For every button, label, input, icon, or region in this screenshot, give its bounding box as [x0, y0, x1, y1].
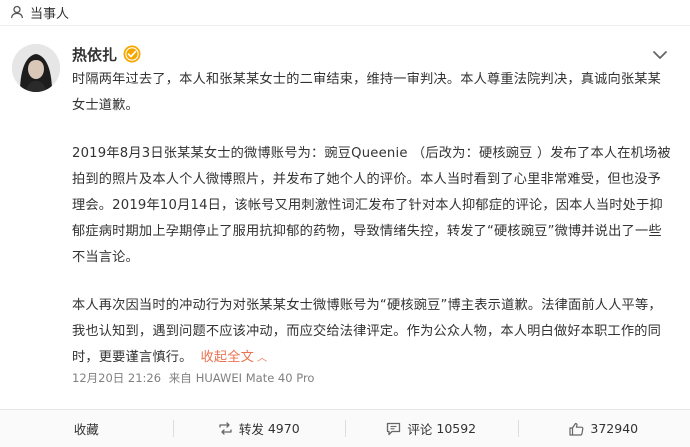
collapse-button[interactable]: 收起全文︿: [201, 350, 268, 365]
post-paragraph: 2019年8月3日张某某女士的微博账号为：豌豆Queenie （后改为：硬核豌豆…: [72, 141, 672, 271]
person-tag-icon: [10, 5, 24, 19]
post-paragraph-last: 本人再次因当时的冲动行为对张某某女士微博账号为“硬核豌豆”博主表示道歉。法律面前…: [72, 293, 672, 372]
source-prefix: 来自: [169, 371, 192, 385]
action-bar: 收藏 转发 4970 评论 10592 372940: [0, 409, 690, 447]
comment-count: 10592: [436, 421, 476, 436]
like-button[interactable]: 372940: [518, 410, 690, 447]
post-time[interactable]: 12月20日 21:26: [72, 371, 161, 385]
post-paragraph-text: 本人再次因当时的冲动行为对张某某女士微博账号为“硬核豌豆”博主表示道歉。法律面前…: [72, 298, 662, 365]
post-source: HUAWEI Mate 40 Pro: [196, 371, 315, 385]
post-meta: 12月20日 21:26 来自 HUAWEI Mate 40 Pro: [72, 370, 318, 386]
comment-label: 评论: [407, 419, 432, 438]
topic-label: 当事人: [30, 3, 69, 22]
comment-icon: [386, 422, 401, 436]
repost-label: 转发: [239, 419, 264, 438]
repost-button[interactable]: 转发 4970: [173, 410, 346, 447]
favorite-label: 收藏: [74, 419, 99, 438]
repost-icon: [218, 422, 233, 435]
avatar[interactable]: [12, 44, 60, 92]
repost-count: 4970: [268, 421, 300, 436]
chevron-up-icon: ︿: [257, 346, 267, 372]
like-count: 372940: [590, 421, 638, 436]
author-name[interactable]: 热依扎: [72, 44, 117, 65]
post-paragraph: 时隔两年过去了，本人和张某某女士的二审结束，维持一审判决。本人尊重法院判决，真诚…: [72, 67, 672, 119]
post-content: 时隔两年过去了，本人和张某某女士的二审结束，维持一审判决。本人尊重法院判决，真诚…: [72, 67, 672, 372]
comment-button[interactable]: 评论 10592: [345, 410, 518, 447]
favorite-button[interactable]: 收藏: [0, 410, 173, 447]
collapse-label: 收起全文: [201, 350, 255, 365]
topic-header: 当事人: [0, 0, 690, 26]
author-row: 热依扎: [72, 43, 141, 65]
thumbs-up-icon: [569, 422, 584, 436]
avatar-image: [12, 44, 60, 92]
verified-badge-icon: [123, 45, 141, 63]
chevron-down-icon[interactable]: [652, 50, 668, 60]
